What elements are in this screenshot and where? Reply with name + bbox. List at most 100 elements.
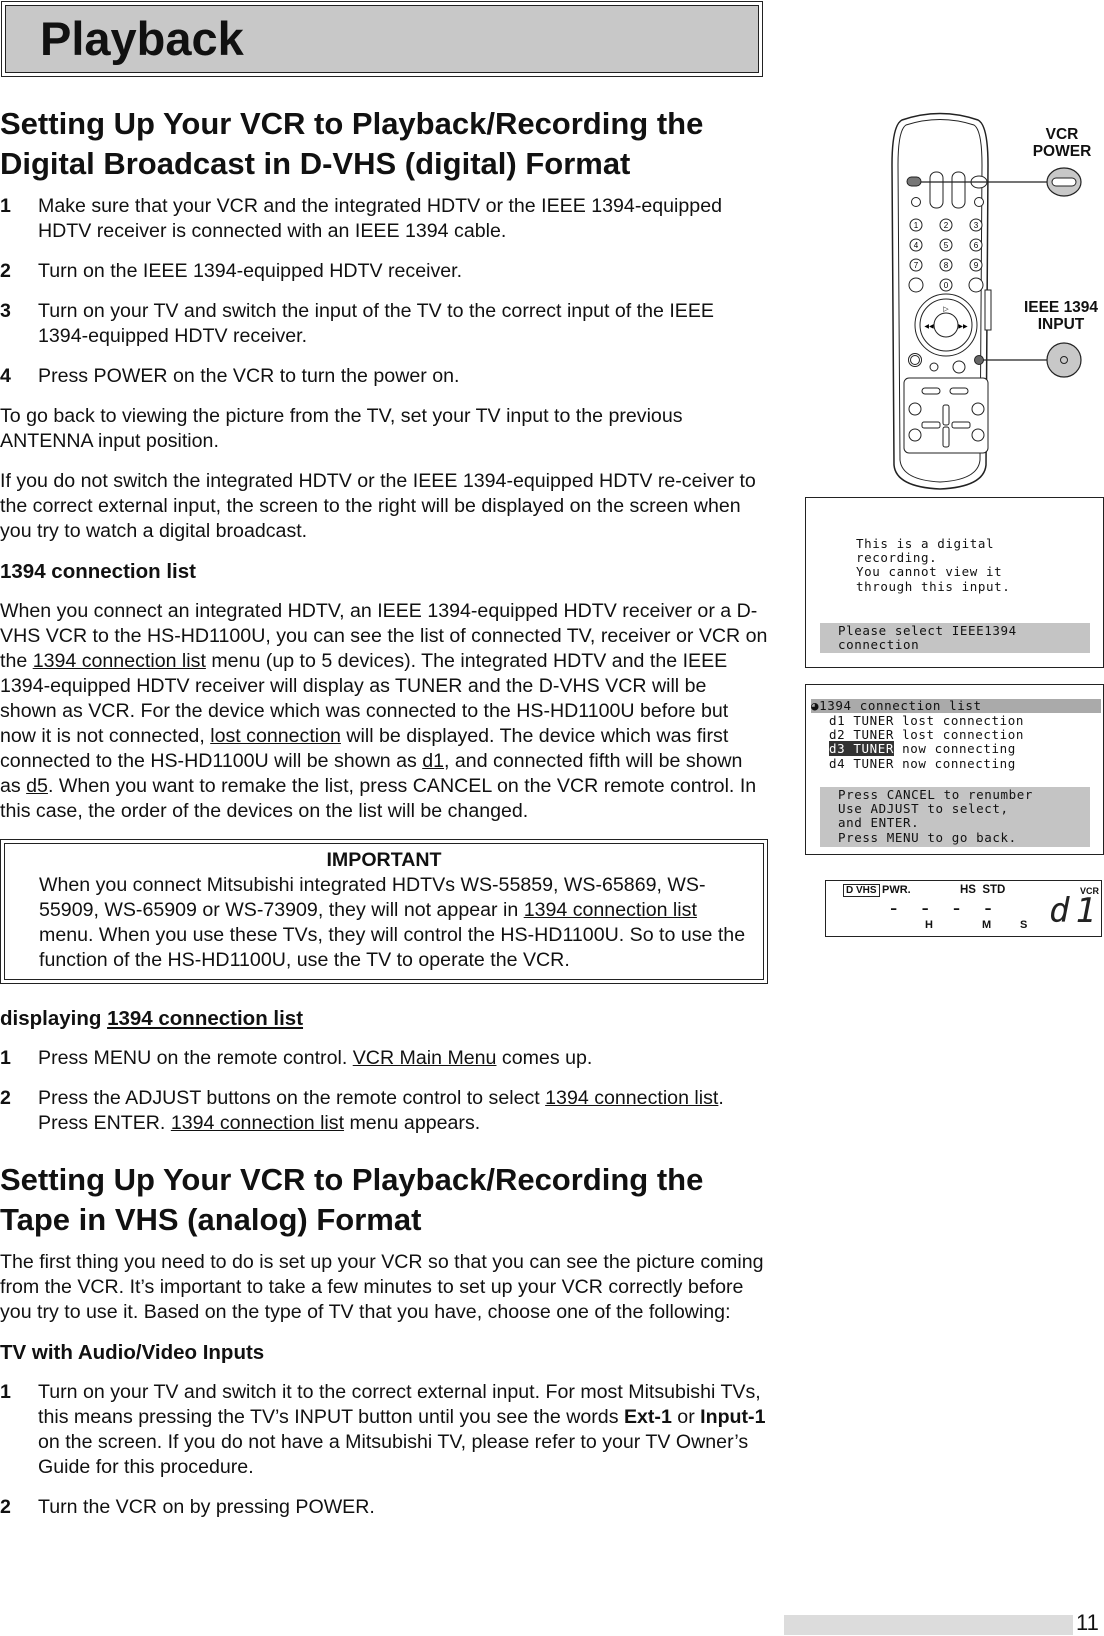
step-number: 3 bbox=[0, 300, 11, 322]
lcd-h: H bbox=[925, 919, 933, 931]
text-run: Turn the VCR on by pressing POWER. bbox=[38, 1496, 375, 1518]
step: 2 Turn on the IEEE 1394-equipped HDTV rec… bbox=[0, 259, 768, 284]
step-text: Make sure that your VCR and the integrat… bbox=[38, 195, 722, 242]
connection-row[interactable]: d2 TUNER lost connection bbox=[829, 728, 1024, 742]
step: 2 Turn the VCR on by pressing POWER. bbox=[0, 1495, 768, 1520]
step: 4 Press POWER on the VCR to turn the powe… bbox=[0, 364, 768, 389]
digit-label: 4 bbox=[914, 241, 919, 250]
important-box: IMPORTANT When you connect Mitsubishi in… bbox=[0, 839, 768, 984]
svg-text:◀◀: ◀◀ bbox=[924, 324, 934, 330]
subheading-displaying: displaying 1394 connection list bbox=[0, 1006, 768, 1031]
step-number: 1 bbox=[0, 1381, 11, 1403]
text-run: comes up. bbox=[496, 1047, 593, 1069]
text-run: menu. When you use these TVs, they will … bbox=[39, 924, 746, 971]
step-number: 1 bbox=[0, 1047, 11, 1069]
digit-label: 5 bbox=[944, 241, 949, 250]
connection-row[interactable]: d4 TUNER now connecting bbox=[829, 756, 1024, 771]
main-column: Setting Up Your VCR to Playback/Recordin… bbox=[0, 104, 768, 1535]
text-run: displaying bbox=[0, 1007, 108, 1030]
step-number: 2 bbox=[0, 1087, 11, 1109]
text-run: Press the ADJUST buttons on the remote c… bbox=[38, 1087, 546, 1109]
connection-row-selected[interactable]: d3 TUNER now connecting bbox=[829, 741, 1024, 757]
svg-text:▷: ▷ bbox=[943, 306, 949, 313]
step-text: Turn the VCR on by pressing POWER. bbox=[38, 1495, 375, 1520]
underlined-term: 1394 connection list bbox=[170, 1112, 345, 1134]
text-run: Press MENU on the remote control. bbox=[38, 1047, 353, 1069]
power-button bbox=[906, 176, 922, 187]
underlined-term: 1394 connection list bbox=[523, 899, 697, 921]
select-connection-bar: Please select IEEE1394 connection bbox=[820, 623, 1090, 654]
text-run: menu appears. bbox=[344, 1112, 481, 1134]
step-number: 2 bbox=[0, 1496, 11, 1518]
page-number: 11 bbox=[1076, 1610, 1099, 1635]
underlined-term: 1394 connection list bbox=[545, 1087, 719, 1109]
step-text: Turn on your TV and switch the input of … bbox=[38, 300, 714, 347]
text-run: . When you want to remake the list, pres… bbox=[0, 775, 757, 822]
bold-term: Ext-1 bbox=[623, 1406, 672, 1428]
step-number: 2 bbox=[0, 260, 11, 282]
underlined-term: VCR Main Menu bbox=[352, 1047, 497, 1069]
underlined-term: 1394 connection list bbox=[32, 650, 206, 672]
header-banner: Playback bbox=[1, 1, 763, 77]
text-run: on the screen. If you do not have a Mits… bbox=[38, 1431, 749, 1478]
ieee-1394-callout-icon bbox=[1046, 342, 1082, 378]
svg-text:▶▶: ▶▶ bbox=[958, 324, 968, 330]
important-text: When you connect Mitsubishi integrated H… bbox=[39, 873, 755, 973]
digit-label: 6 bbox=[974, 241, 979, 250]
subheading-av-inputs: TV with Audio/Video Inputs bbox=[0, 1341, 265, 1364]
digit-label: 0 bbox=[944, 281, 949, 290]
page-number-bar bbox=[784, 1615, 1073, 1635]
lcd-m: M bbox=[982, 919, 992, 931]
underlined-term: d5 bbox=[26, 775, 48, 797]
step-number: 4 bbox=[0, 365, 11, 387]
underlined-term: 1394 connection list bbox=[107, 1007, 304, 1030]
connection-list-screen: ◕1394 connection list d1 TUNER lost conn… bbox=[805, 684, 1104, 855]
step-text: Turn on the IEEE 1394-equipped HDTV rece… bbox=[38, 260, 463, 282]
page-title: Playback bbox=[40, 12, 244, 65]
screen-message: This is a digital recording. You cannot vi… bbox=[856, 536, 1011, 594]
step: 1 Turn on your TV and switch it to the co… bbox=[0, 1380, 768, 1480]
step-text: Press the ADJUST buttons on the remote c… bbox=[38, 1086, 768, 1136]
step-text: Turn on your TV and switch it to the cor… bbox=[38, 1380, 768, 1480]
lcd-time-dashes: - - - - bbox=[890, 895, 1001, 920]
bold-term: Input-1 bbox=[700, 1406, 766, 1428]
step: 1 Press MENU on the remote control. VCR M… bbox=[0, 1046, 768, 1071]
paragraph: To go back to viewing the picture from t… bbox=[0, 405, 683, 452]
ieee-1394-input-label: IEEE 1394 INPUT bbox=[1023, 299, 1099, 333]
step: 1 Make sure that your VCR and the integra… bbox=[0, 194, 768, 244]
remote-button bbox=[968, 277, 984, 293]
connection-list-title: 1394 connection list bbox=[819, 698, 982, 713]
connection-list-title-bar: ◕1394 connection list bbox=[811, 698, 1101, 714]
digit-label: 2 bbox=[944, 221, 949, 230]
step-text: Press POWER on the VCR to turn the power… bbox=[38, 365, 460, 387]
step-number: 1 bbox=[0, 195, 11, 217]
underlined-term: d1 bbox=[422, 750, 445, 772]
subheading-connection-list: 1394 connection list bbox=[0, 560, 196, 583]
paragraph: The first thing you need to do is set up… bbox=[0, 1251, 764, 1323]
step: 3 Turn on your TV and switch the input of… bbox=[0, 299, 768, 349]
connection-list-rows: d1 TUNER lost connection d2 TUNER lost c… bbox=[829, 713, 1024, 771]
paragraph: If you do not switch the integrated HDTV… bbox=[0, 470, 756, 542]
dvhs-logo: D VHS bbox=[843, 884, 880, 897]
text-run: or bbox=[671, 1406, 701, 1428]
remote-button bbox=[908, 277, 924, 293]
section-title-analog: Setting Up Your VCR to Playback/Recordin… bbox=[0, 1162, 704, 1237]
digit-label: 1 bbox=[914, 221, 919, 230]
disc-icon: ◕ bbox=[811, 698, 820, 713]
paragraph-connection-list: When you connect an integrated HDTV, an … bbox=[0, 599, 768, 824]
digital-recording-screen: This is a digital recording. You cannot vi… bbox=[805, 497, 1104, 668]
connection-list-help: Press CANCEL to renumber Use ADJUST to se… bbox=[820, 787, 1090, 847]
lcd-s: S bbox=[1020, 919, 1028, 931]
ieee-1394-input-button bbox=[974, 355, 984, 365]
digit-label: 3 bbox=[974, 221, 979, 230]
digit-label: 9 bbox=[974, 261, 979, 270]
lcd-segment-digits: d1 bbox=[1049, 891, 1102, 931]
digit-label: 8 bbox=[944, 261, 949, 270]
step: 2 Press the ADJUST buttons on the remote … bbox=[0, 1086, 768, 1136]
important-title: IMPORTANT bbox=[326, 849, 442, 871]
connection-row[interactable]: d1 TUNER lost connection bbox=[829, 713, 1024, 728]
vcr-power-label: VCR POWER bbox=[1032, 126, 1092, 160]
underlined-term: lost connection bbox=[210, 725, 341, 747]
vcr-front-display: D VHS PWR. HS STD VCR - - - - H M S d1 bbox=[825, 880, 1102, 937]
section-title-digital: Setting Up Your VCR to Playback/Recordin… bbox=[0, 106, 704, 181]
